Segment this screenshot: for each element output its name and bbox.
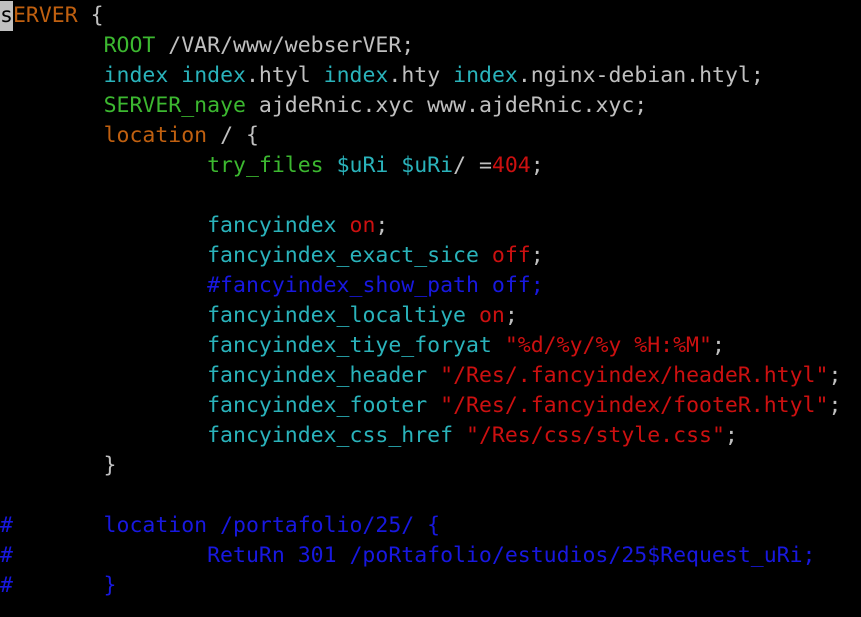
code-token-string: "/Res/css/style.css" [466, 423, 725, 448]
code-token-value: off [491, 243, 531, 268]
terminal-window[interactable]: sERVER { ROOT /VAR/www/webserVER; index … [0, 0, 861, 617]
code-token-module: fancyindex_header [207, 363, 428, 388]
code-line: fancyindex_localtiye on; [0, 301, 861, 331]
code-token-module: index [181, 63, 246, 88]
code-token-plain: ; [375, 213, 389, 238]
code-line: sERVER { [0, 1, 861, 31]
code-token-string: "%d/%y/%y %H:%M" [504, 333, 712, 358]
code-token-directive: ROOT [103, 33, 156, 58]
code-token-keyword: ERVER [12, 3, 78, 28]
code-line: fancyindex_tiye_foryat "%d/%y/%y %H:%M"; [0, 331, 861, 361]
code-token-module: $uRi [401, 153, 454, 178]
code-token-plain: ; [724, 423, 738, 448]
code-editor[interactable]: sERVER { ROOT /VAR/www/webserVER; index … [0, 1, 861, 601]
code-token-value: on [478, 303, 505, 328]
code-token-plain: .htyl [245, 63, 324, 88]
code-token-module: $uRi [336, 153, 389, 178]
code-line: fancyindex_css_href "/Res/css/style.css"… [0, 421, 861, 451]
code-token-module: index [323, 63, 389, 88]
code-line: index index.htyl index.hty index.nginx-d… [0, 61, 861, 91]
code-line: # location /portafolio/25/ { [0, 511, 861, 541]
code-token-module: fancyindex_tiye_foryat [207, 333, 492, 358]
code-line: try_files $uRi $uRi/ =404; [0, 151, 861, 181]
code-token-string: "/Res/.fancyindex/footeR.htyl" [440, 393, 829, 418]
code-line: fancyindex_exact_sice off; [0, 241, 861, 271]
code-token-value: 404 [491, 153, 531, 178]
code-token-comment: # RetuRn 301 /poRtafolio/estudios/25$Req… [0, 543, 816, 568]
code-token-plain: ajdeRnic.xyc www.ajdeRnic.xyc; [245, 93, 648, 118]
code-line: location / { [0, 121, 861, 151]
code-token-directive: try_files [207, 153, 324, 178]
code-line: fancyindex_header "/Res/.fancyindex/head… [0, 361, 861, 391]
code-token-plain: { [77, 3, 104, 28]
code-line: #fancyindex_show_path off; [0, 271, 861, 301]
code-token-plain: ; [711, 333, 725, 358]
code-token-plain: ; [530, 243, 544, 268]
code-line: SERVER_naye ajdeRnic.xyc www.ajdeRnic.xy… [0, 91, 861, 121]
code-token-module: fancyindex [207, 213, 337, 238]
code-token-plain: .hty [388, 63, 454, 88]
code-token-plain: ; [828, 363, 842, 388]
code-token-plain: ; [530, 153, 544, 178]
code-token-plain: / { [207, 123, 259, 148]
code-token-plain: /VAR/www/webserVER; [155, 33, 415, 58]
code-token-module: fancyindex_exact_sice [207, 243, 479, 268]
code-token-plain: .nginx-debian.htyl; [517, 63, 764, 88]
code-line: fancyindex_footer "/Res/.fancyindex/foot… [0, 391, 861, 421]
code-token-value: on [349, 213, 376, 238]
code-token-module: fancyindex_localtiye [207, 303, 466, 328]
code-token-plain: } [0, 453, 117, 478]
code-token-directive: SERVER_naye [103, 93, 246, 118]
code-token-module: fancyindex_css_href [207, 423, 454, 448]
code-line: fancyindex on; [0, 211, 861, 241]
code-line: # RetuRn 301 /poRtafolio/estudios/25$Req… [0, 541, 861, 571]
code-line: # } [0, 571, 861, 601]
code-token-string: "/Res/.fancyindex/headeR.htyl" [440, 363, 829, 388]
code-token-plain: / = [453, 153, 492, 178]
code-line: } [0, 451, 861, 481]
code-token-comment: #fancyindex_show_path off; [207, 273, 544, 298]
code-line: ROOT /VAR/www/webserVER; [0, 31, 861, 61]
code-token-plain: ; [504, 303, 518, 328]
code-token-module: index [453, 63, 518, 88]
code-token-keyword: location [103, 123, 208, 148]
text-cursor: s [0, 1, 13, 31]
code-token-plain: ; [828, 393, 842, 418]
code-token-module: fancyindex_footer [207, 393, 428, 418]
code-token-comment: # location /portafolio/25/ { [0, 513, 441, 538]
code-token-comment: # } [0, 573, 117, 598]
code-token-module: index [103, 63, 169, 88]
